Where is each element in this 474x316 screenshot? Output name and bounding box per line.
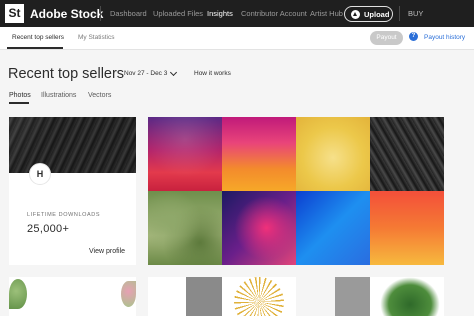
help-icon[interactable]: ?	[409, 32, 418, 41]
stock-thumbnail[interactable]	[222, 117, 296, 191]
stock-thumbnail[interactable]	[222, 277, 296, 316]
stock-thumbnail[interactable]	[335, 277, 370, 316]
nav-dashboard[interactable]: Dashboard	[110, 9, 147, 18]
contributor-card-preview[interactable]	[9, 277, 136, 316]
brand-name[interactable]: Adobe Stock	[30, 7, 103, 21]
stock-thumbnail[interactable]	[148, 117, 222, 191]
chevron-down-icon[interactable]	[169, 68, 178, 77]
nav-artist-hub[interactable]: Artist Hub	[310, 9, 343, 18]
nav-insights[interactable]: Insights	[207, 9, 233, 18]
lifetime-downloads-label: LIFETIME DOWNLOADS	[27, 212, 101, 218]
avatar[interactable]: H	[29, 163, 51, 185]
stock-thumbnail[interactable]	[148, 277, 222, 316]
stock-thumbnail[interactable]	[222, 191, 296, 265]
buy-link[interactable]: BUY	[408, 9, 423, 18]
stock-thumbnail[interactable]	[296, 117, 370, 191]
tab-vectors[interactable]: Vectors	[88, 92, 111, 99]
date-range-selector[interactable]: Nov 27 - Dec 3	[124, 70, 167, 77]
insights-subnav: Recent top sellers My Statistics Payout …	[0, 27, 474, 50]
cloud-upload-icon	[351, 10, 360, 19]
stock-thumbnail[interactable]	[370, 117, 444, 191]
lifetime-downloads-value: 25,000+	[27, 223, 70, 235]
payout-history-link[interactable]: Payout history	[424, 34, 465, 41]
contributor-profile-card[interactable]: H LIFETIME DOWNLOADS 25,000+ View profil…	[9, 117, 136, 265]
payout-button[interactable]: Payout	[370, 31, 403, 45]
tab-photos[interactable]: Photos	[9, 92, 31, 99]
profile-cover-image	[9, 117, 136, 173]
firework-graphic	[234, 277, 284, 316]
top-navigation-bar: St Adobe Stock Dashboard Uploaded Files …	[0, 0, 474, 27]
adobe-stock-logo[interactable]: St	[5, 4, 24, 23]
nav-contributor-account[interactable]: Contributor Account	[241, 9, 307, 18]
stock-thumbnail[interactable]	[370, 191, 444, 265]
thumbnail-fill	[186, 277, 222, 316]
tab-recent-top-sellers[interactable]: Recent top sellers	[12, 34, 64, 41]
tab-my-statistics[interactable]: My Statistics	[78, 34, 114, 41]
active-content-tab-indicator	[9, 102, 29, 104]
floral-decoration	[9, 279, 27, 309]
pine-branch-graphic	[380, 277, 440, 316]
upload-button[interactable]: Upload	[344, 6, 393, 22]
view-profile-link[interactable]: View profile	[89, 248, 125, 255]
active-tab-indicator	[7, 47, 63, 49]
upload-label: Upload	[364, 10, 390, 19]
floral-decoration	[121, 281, 136, 307]
stock-thumbnail[interactable]	[148, 191, 222, 265]
nav-uploaded-files[interactable]: Uploaded Files	[153, 9, 203, 18]
how-it-works-link[interactable]: How it works	[194, 70, 231, 77]
page-title: Recent top sellers	[8, 66, 125, 82]
nav-divider	[100, 6, 101, 21]
tab-illustrations[interactable]: Illustrations	[41, 92, 76, 99]
stock-thumbnail[interactable]	[370, 277, 444, 316]
nav-divider	[399, 6, 400, 21]
stock-thumbnail[interactable]	[296, 191, 370, 265]
